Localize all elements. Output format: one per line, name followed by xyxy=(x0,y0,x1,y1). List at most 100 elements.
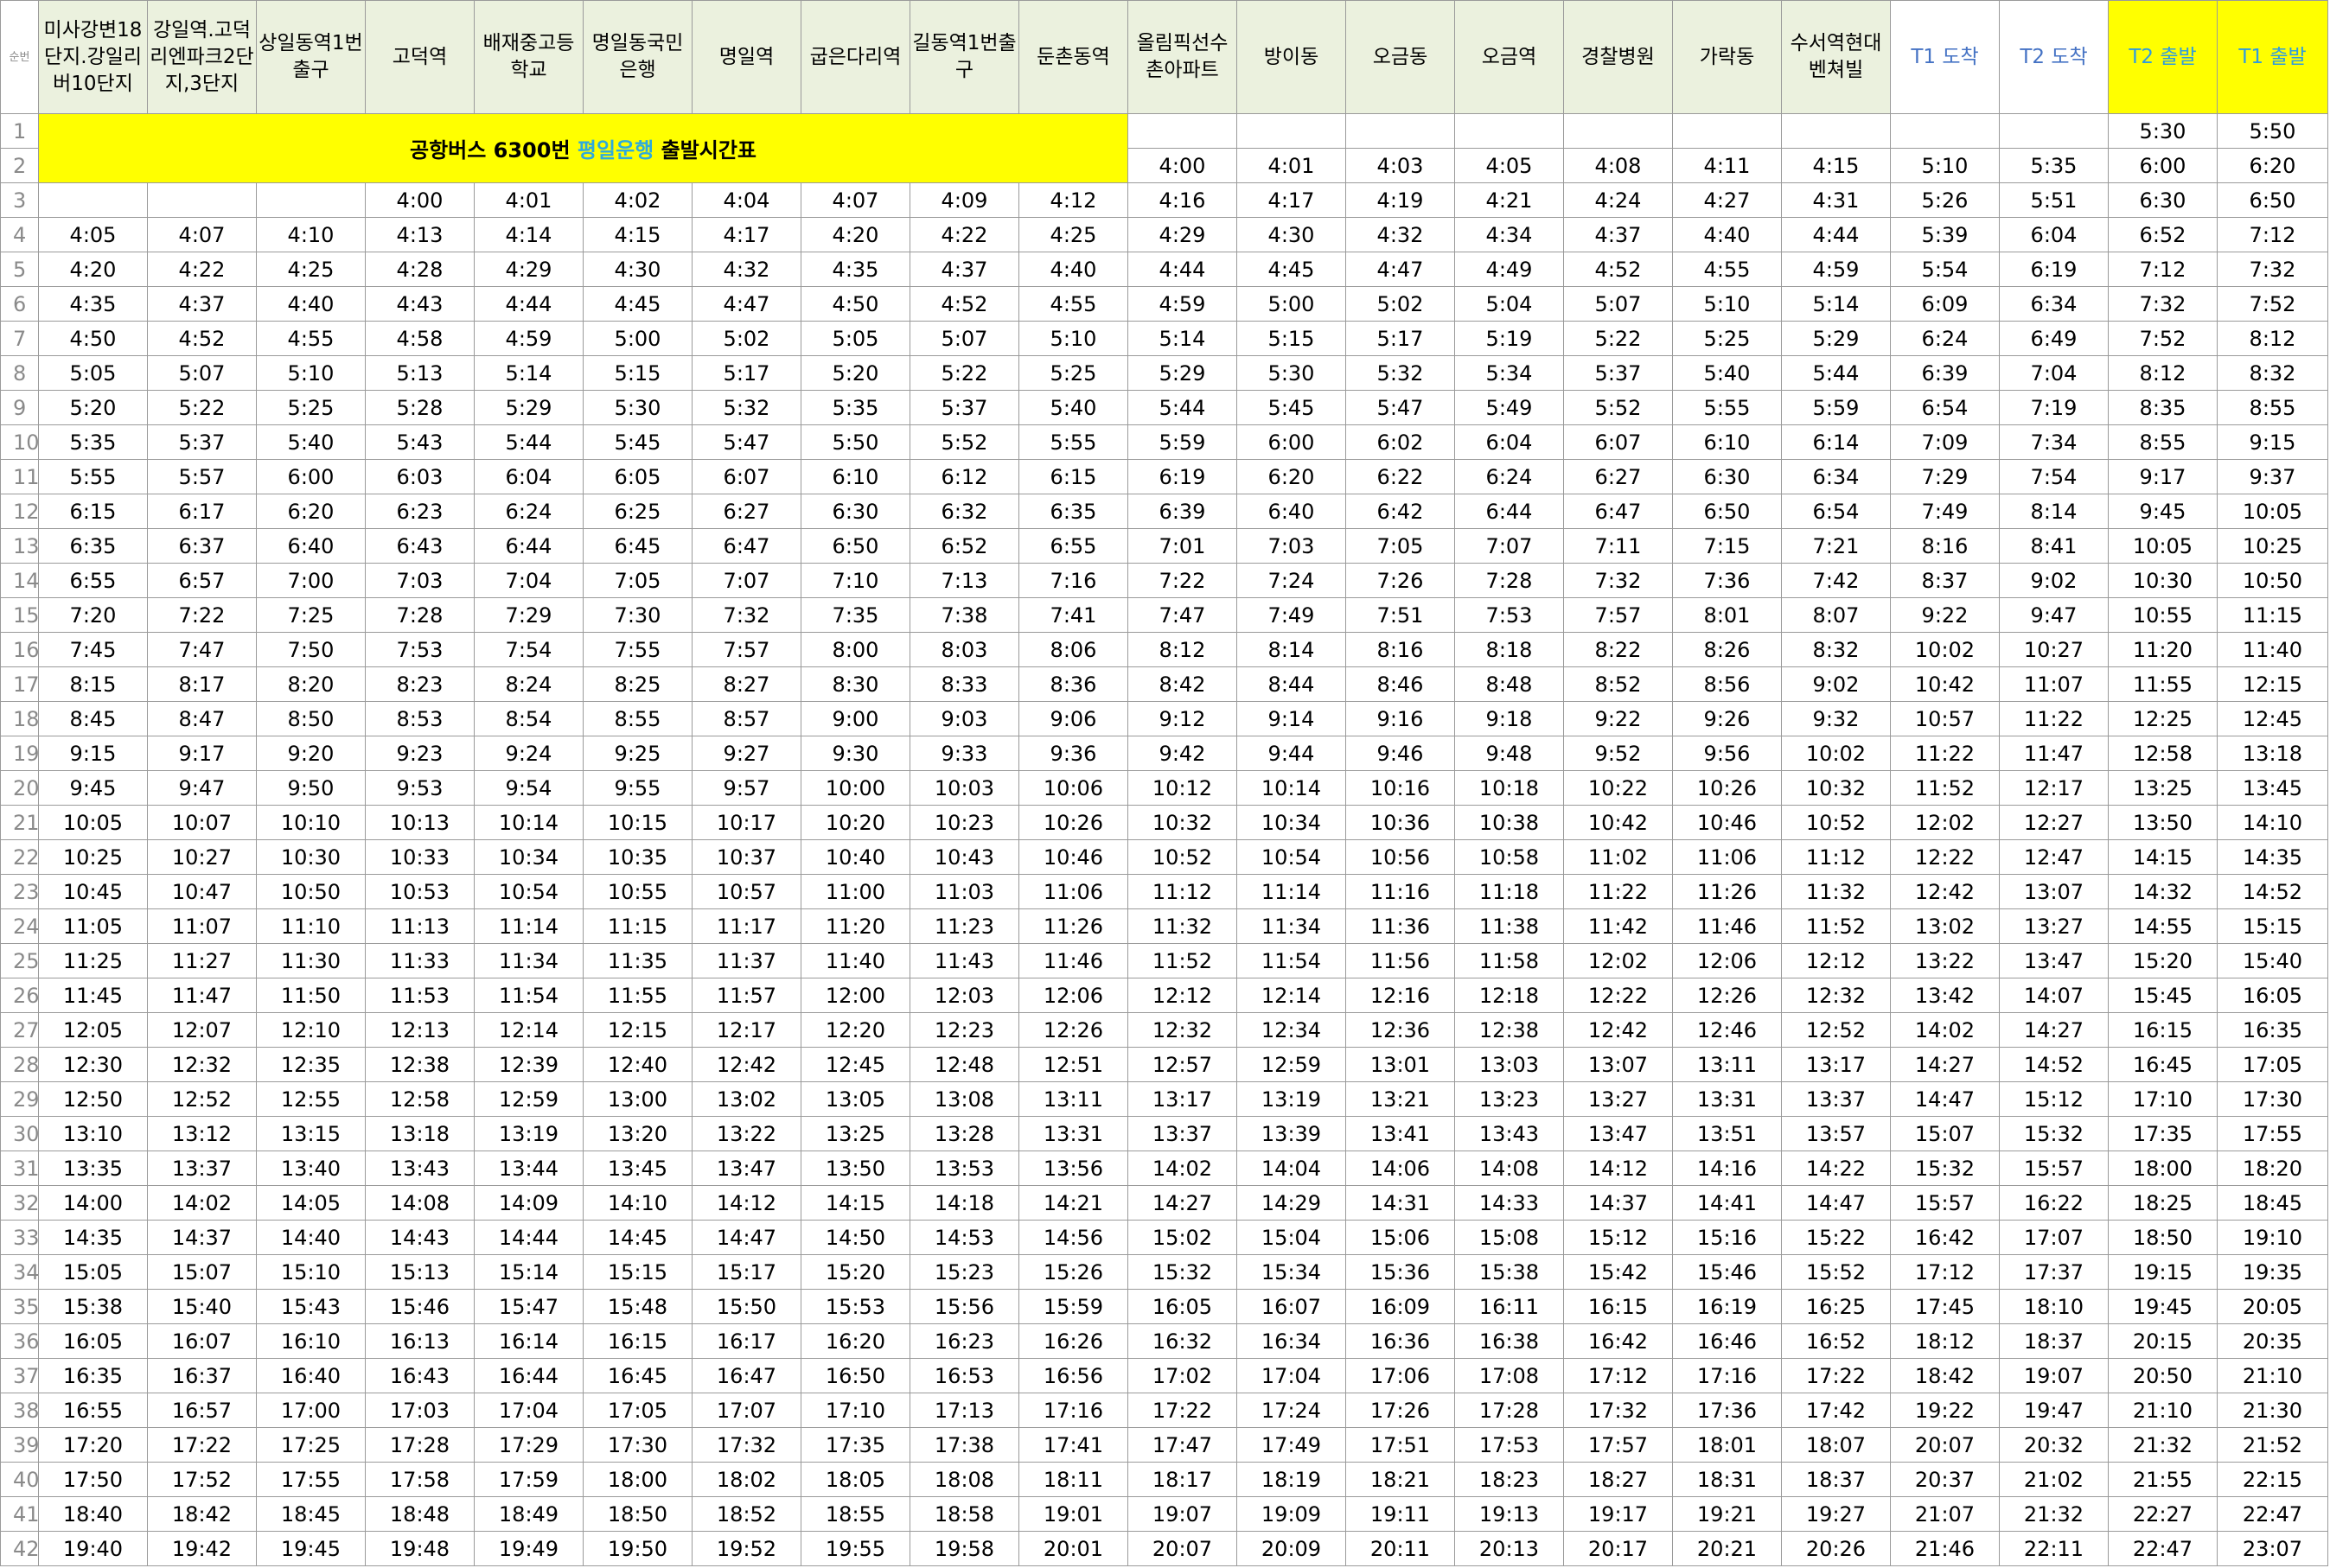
time-cell[interactable]: 16:56 xyxy=(1018,1358,1128,1393)
column-header[interactable]: 가락동 xyxy=(1672,0,1782,114)
time-cell[interactable]: 18:10 xyxy=(1999,1289,2109,1324)
time-cell[interactable]: 10:14 xyxy=(1236,770,1346,806)
time-cell[interactable]: 5:00 xyxy=(1236,286,1346,322)
time-cell[interactable]: 14:07 xyxy=(1999,978,2109,1013)
time-cell[interactable]: 9:45 xyxy=(38,770,148,806)
time-cell[interactable]: 18:21 xyxy=(1345,1462,1455,1497)
column-header[interactable]: 길동역1번출구 xyxy=(910,0,1019,114)
time-cell[interactable]: 6:32 xyxy=(910,494,1019,529)
column-header[interactable]: T2 도착 xyxy=(1999,0,2109,114)
time-cell[interactable]: 14:45 xyxy=(583,1220,693,1255)
time-cell[interactable]: 11:32 xyxy=(1781,874,1891,909)
time-cell[interactable]: 17:16 xyxy=(1018,1393,1128,1428)
time-cell[interactable]: 13:05 xyxy=(801,1081,910,1117)
time-cell[interactable]: 5:55 xyxy=(1018,424,1128,460)
time-cell[interactable]: 12:12 xyxy=(1781,943,1891,978)
time-cell[interactable]: 4:55 xyxy=(1018,286,1128,322)
time-cell[interactable]: 5:15 xyxy=(583,355,693,391)
time-cell[interactable]: 9:56 xyxy=(1672,736,1782,771)
row-number[interactable]: 36 xyxy=(0,1323,39,1359)
time-cell[interactable]: 13:17 xyxy=(1127,1081,1237,1117)
time-cell[interactable]: 5:35 xyxy=(38,424,148,460)
time-cell[interactable]: 18:42 xyxy=(1890,1358,2000,1393)
time-cell[interactable]: 16:15 xyxy=(583,1323,693,1359)
time-cell[interactable]: 7:52 xyxy=(2108,321,2218,356)
time-cell[interactable]: 8:30 xyxy=(801,666,910,702)
time-cell[interactable]: 14:10 xyxy=(583,1185,693,1221)
column-header[interactable]: T1 출발 xyxy=(2217,0,2328,114)
time-cell[interactable]: 15:38 xyxy=(1454,1254,1564,1290)
time-cell[interactable]: 7:53 xyxy=(1454,597,1564,633)
time-cell[interactable]: 13:42 xyxy=(1890,978,2000,1013)
time-cell[interactable]: 15:10 xyxy=(256,1254,366,1290)
time-cell[interactable]: 20:32 xyxy=(1999,1427,2109,1463)
time-cell[interactable]: 17:03 xyxy=(365,1393,475,1428)
time-cell[interactable]: 6:20 xyxy=(256,494,366,529)
time-cell[interactable]: 19:10 xyxy=(2217,1220,2328,1255)
time-cell[interactable]: 16:15 xyxy=(1563,1289,1673,1324)
time-cell[interactable]: 9:16 xyxy=(1345,701,1455,736)
time-cell[interactable]: 13:50 xyxy=(2108,805,2218,840)
time-cell[interactable]: 16:14 xyxy=(474,1323,584,1359)
time-cell[interactable] xyxy=(1999,113,2109,149)
time-cell[interactable]: 5:05 xyxy=(801,321,910,356)
time-cell[interactable]: 11:27 xyxy=(147,943,257,978)
time-cell[interactable]: 7:11 xyxy=(1563,528,1673,564)
time-cell[interactable]: 12:52 xyxy=(1781,1012,1891,1048)
time-cell[interactable]: 8:35 xyxy=(2108,390,2218,425)
time-cell[interactable]: 11:56 xyxy=(1345,943,1455,978)
time-cell[interactable]: 13:37 xyxy=(147,1151,257,1186)
time-cell[interactable]: 17:02 xyxy=(1127,1358,1237,1393)
time-cell[interactable]: 11:22 xyxy=(1890,736,2000,771)
time-cell[interactable]: 21:46 xyxy=(1890,1531,2000,1566)
time-cell[interactable]: 6:00 xyxy=(1236,424,1346,460)
time-cell[interactable]: 5:34 xyxy=(1454,355,1564,391)
time-cell[interactable]: 10:00 xyxy=(801,770,910,806)
time-cell[interactable]: 5:28 xyxy=(365,390,475,425)
time-cell[interactable]: 5:30 xyxy=(583,390,693,425)
time-cell[interactable]: 7:20 xyxy=(38,597,148,633)
time-cell[interactable]: 7:54 xyxy=(474,632,584,667)
time-cell[interactable]: 5:54 xyxy=(1890,252,2000,287)
time-cell[interactable]: 4:55 xyxy=(1672,252,1782,287)
time-cell[interactable]: 5:44 xyxy=(474,424,584,460)
time-cell[interactable]: 13:25 xyxy=(801,1116,910,1151)
time-cell[interactable]: 7:30 xyxy=(583,597,693,633)
column-header[interactable]: T1 도착 xyxy=(1890,0,2000,114)
time-cell[interactable]: 9:57 xyxy=(692,770,801,806)
time-cell[interactable]: 14:02 xyxy=(147,1185,257,1221)
column-header[interactable]: 방이동 xyxy=(1236,0,1346,114)
time-cell[interactable]: 18:55 xyxy=(801,1496,910,1532)
time-cell[interactable]: 11:52 xyxy=(1890,770,2000,806)
time-cell[interactable]: 6:02 xyxy=(1345,424,1455,460)
time-cell[interactable]: 21:55 xyxy=(2108,1462,2218,1497)
time-cell[interactable]: 17:55 xyxy=(256,1462,366,1497)
row-number[interactable]: 24 xyxy=(0,908,39,944)
time-cell[interactable]: 16:57 xyxy=(147,1393,257,1428)
time-cell[interactable]: 11:53 xyxy=(365,978,475,1013)
time-cell[interactable]: 6:23 xyxy=(365,494,475,529)
time-cell[interactable]: 20:05 xyxy=(2217,1289,2328,1324)
row-number[interactable]: 12 xyxy=(0,494,39,529)
time-cell[interactable]: 15:40 xyxy=(2217,943,2328,978)
time-cell[interactable]: 6:27 xyxy=(1563,459,1673,494)
time-cell[interactable]: 5:44 xyxy=(1781,355,1891,391)
column-header[interactable]: 경찰병원 xyxy=(1563,0,1673,114)
time-cell[interactable]: 8:47 xyxy=(147,701,257,736)
time-cell[interactable]: 11:55 xyxy=(583,978,693,1013)
time-cell[interactable]: 9:55 xyxy=(583,770,693,806)
time-cell[interactable]: 15:12 xyxy=(1999,1081,2109,1117)
time-cell[interactable]: 10:27 xyxy=(1999,632,2109,667)
time-cell[interactable]: 16:40 xyxy=(256,1358,366,1393)
time-cell[interactable]: 4:40 xyxy=(1018,252,1128,287)
time-cell[interactable]: 15:57 xyxy=(1890,1185,2000,1221)
time-cell[interactable]: 11:06 xyxy=(1672,839,1782,875)
time-cell[interactable]: 17:35 xyxy=(801,1427,910,1463)
time-cell[interactable]: 15:17 xyxy=(692,1254,801,1290)
time-cell[interactable]: 12:18 xyxy=(1454,978,1564,1013)
time-cell[interactable]: 19:21 xyxy=(1672,1496,1782,1532)
time-cell[interactable]: 14:37 xyxy=(147,1220,257,1255)
time-cell[interactable]: 17:22 xyxy=(147,1427,257,1463)
time-cell[interactable]: 12:39 xyxy=(474,1047,584,1082)
time-cell[interactable]: 18:49 xyxy=(474,1496,584,1532)
